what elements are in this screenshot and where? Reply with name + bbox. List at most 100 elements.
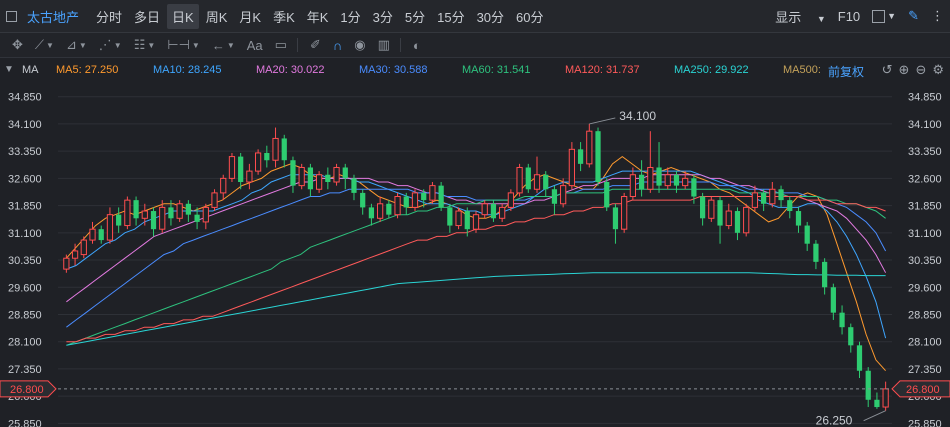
y-tick-left: 25.850 — [8, 418, 42, 427]
candle-body — [421, 192, 427, 201]
wave-tool-icon[interactable]: ⋰ ▼ — [99, 37, 122, 53]
toggle-icon[interactable]: ◐ — [413, 38, 421, 53]
display-menu[interactable]: 显示 ▼ — [763, 7, 826, 26]
candle-body — [830, 287, 836, 313]
y-tick-left: 28.850 — [8, 309, 42, 321]
candle-body — [856, 345, 863, 371]
candle-body — [751, 192, 759, 208]
period-tab-7[interactable]: 1分 — [335, 4, 365, 29]
candle-body — [577, 149, 584, 164]
display-label: 显示 — [775, 9, 802, 25]
candle-body — [438, 185, 444, 208]
period-tab-11[interactable]: 30分 — [472, 4, 509, 29]
ma-controls: ↺ ⊕ ⊖ ⚙ — [876, 62, 944, 78]
candle-body — [682, 177, 689, 187]
period-tab-9[interactable]: 5分 — [400, 4, 430, 29]
chevron-down-icon[interactable]: ▼ — [887, 11, 896, 21]
candle-body — [194, 214, 200, 222]
f10-button[interactable]: F10 — [838, 9, 860, 24]
ma120-value: MA120: 31.737 — [565, 64, 640, 76]
stock-name[interactable]: 太古地产 — [27, 7, 79, 26]
period-tab-8[interactable]: 3分 — [368, 4, 398, 29]
y-tick-right: 34.100 — [908, 119, 942, 131]
y-tick-left: 34.850 — [8, 92, 42, 104]
candle-body — [699, 196, 706, 219]
current-price-left: 26.800 — [10, 384, 44, 396]
polyline-tool-icon[interactable]: ⊿ ▼ — [66, 37, 87, 53]
period-tab-0[interactable]: 分时 — [91, 4, 127, 29]
eye-icon[interactable]: ◉ — [354, 37, 365, 53]
ma250-value: MA250: 29.922 — [674, 64, 749, 76]
candle-body — [71, 250, 79, 259]
candle-body — [848, 327, 854, 346]
candle-body — [202, 206, 209, 223]
candle-body — [656, 167, 662, 186]
candle-body — [447, 207, 453, 226]
chevron-down-icon: ▼ — [816, 13, 826, 24]
candle-body — [673, 174, 680, 186]
candle-body — [185, 203, 191, 215]
chart-background — [0, 84, 950, 427]
period-tab-5[interactable]: 季K — [268, 4, 300, 29]
candle-body — [586, 130, 593, 165]
candle-body — [490, 203, 497, 219]
ma-label[interactable]: MA — [22, 64, 39, 76]
candle-body — [220, 177, 227, 194]
eraser-icon[interactable]: ✐ — [310, 37, 321, 53]
candle-body — [769, 188, 776, 205]
candle-body — [333, 166, 340, 183]
add-icon[interactable]: ⊕ — [899, 62, 910, 78]
drawing-toolbar: ✥ ⟋ ▼ ⊿ ▼ ⋰ ▼ ☷ ▼ ⊢⊣ ▼ ← ▼ Aa ▭ ✐ ∩ ◉ ▥ ◐ — [0, 33, 950, 58]
candle-body — [507, 192, 514, 208]
candle-body — [499, 206, 506, 219]
period-tab-4[interactable]: 月K — [234, 4, 266, 29]
layout-square-icon[interactable] — [872, 9, 886, 23]
period-tab-3[interactable]: 周K — [201, 4, 233, 29]
line-tool-icon[interactable]: ⟋ ▼ — [35, 37, 54, 53]
trash-icon[interactable]: ▥ — [378, 37, 390, 53]
range-tool-icon[interactable]: ⊢⊣ ▼ — [167, 37, 200, 53]
top-toolbar: 太古地产 分时 多日 日K 周K 月K 季K 年K 1分 3分 5分 15分 3… — [0, 0, 950, 33]
candle-body — [543, 174, 549, 190]
candle-body — [795, 211, 802, 226]
text-tool-icon[interactable]: Aa — [247, 38, 263, 53]
candle-body — [403, 196, 409, 208]
magnet-icon[interactable]: ∩ — [333, 38, 342, 53]
y-tick-right: 28.850 — [908, 309, 942, 321]
candle-body — [664, 174, 671, 187]
candle-body — [211, 192, 218, 208]
candle-body — [472, 214, 480, 230]
arrow-tool-icon[interactable]: ← ▼ — [212, 38, 235, 53]
collapse-icon[interactable]: ▼ — [4, 64, 14, 75]
adjust-dropdown[interactable]: 前复权 — [828, 63, 864, 80]
more-icon[interactable]: ⋮ — [931, 8, 944, 24]
candle-body — [80, 239, 87, 256]
period-tab-1[interactable]: 多日 — [129, 4, 165, 29]
candle-body — [691, 178, 697, 197]
toolbar-right: 显示 ▼ F10 ▼ ✎ ⋮ — [751, 0, 950, 32]
candle-body — [386, 203, 392, 215]
candle-body — [429, 185, 436, 201]
settings-icon[interactable]: ⚙ — [932, 62, 944, 78]
pen-icon[interactable]: ✎ — [908, 8, 919, 24]
candle-body — [604, 182, 610, 208]
undo-icon[interactable]: ↺ — [882, 62, 893, 78]
current-price-right: 26.800 — [906, 384, 940, 396]
candle-body — [725, 210, 732, 227]
divider — [296, 38, 298, 52]
fib-tool-icon[interactable]: ☷ ▼ — [134, 37, 156, 53]
candle-body — [254, 152, 262, 172]
kline-chart[interactable]: 34.850 34.850 34.100 34.100 33.350 33.350 32.6… — [0, 84, 950, 427]
comment-icon[interactable]: ▭ — [275, 37, 287, 53]
candle-body — [272, 137, 279, 161]
crosshair-icon[interactable]: ✥ — [12, 37, 23, 53]
period-tab-12[interactable]: 60分 — [511, 4, 548, 29]
period-tab-10[interactable]: 15分 — [432, 4, 469, 29]
period-tab-2[interactable]: 日K — [167, 3, 199, 29]
window-icon[interactable] — [6, 10, 17, 22]
candle-body — [290, 160, 296, 186]
period-tab-6[interactable]: 年K — [302, 4, 334, 29]
remove-icon[interactable]: ⊖ — [915, 62, 926, 78]
ma500-value: MA500: — [783, 64, 821, 76]
candle-body — [150, 211, 157, 230]
